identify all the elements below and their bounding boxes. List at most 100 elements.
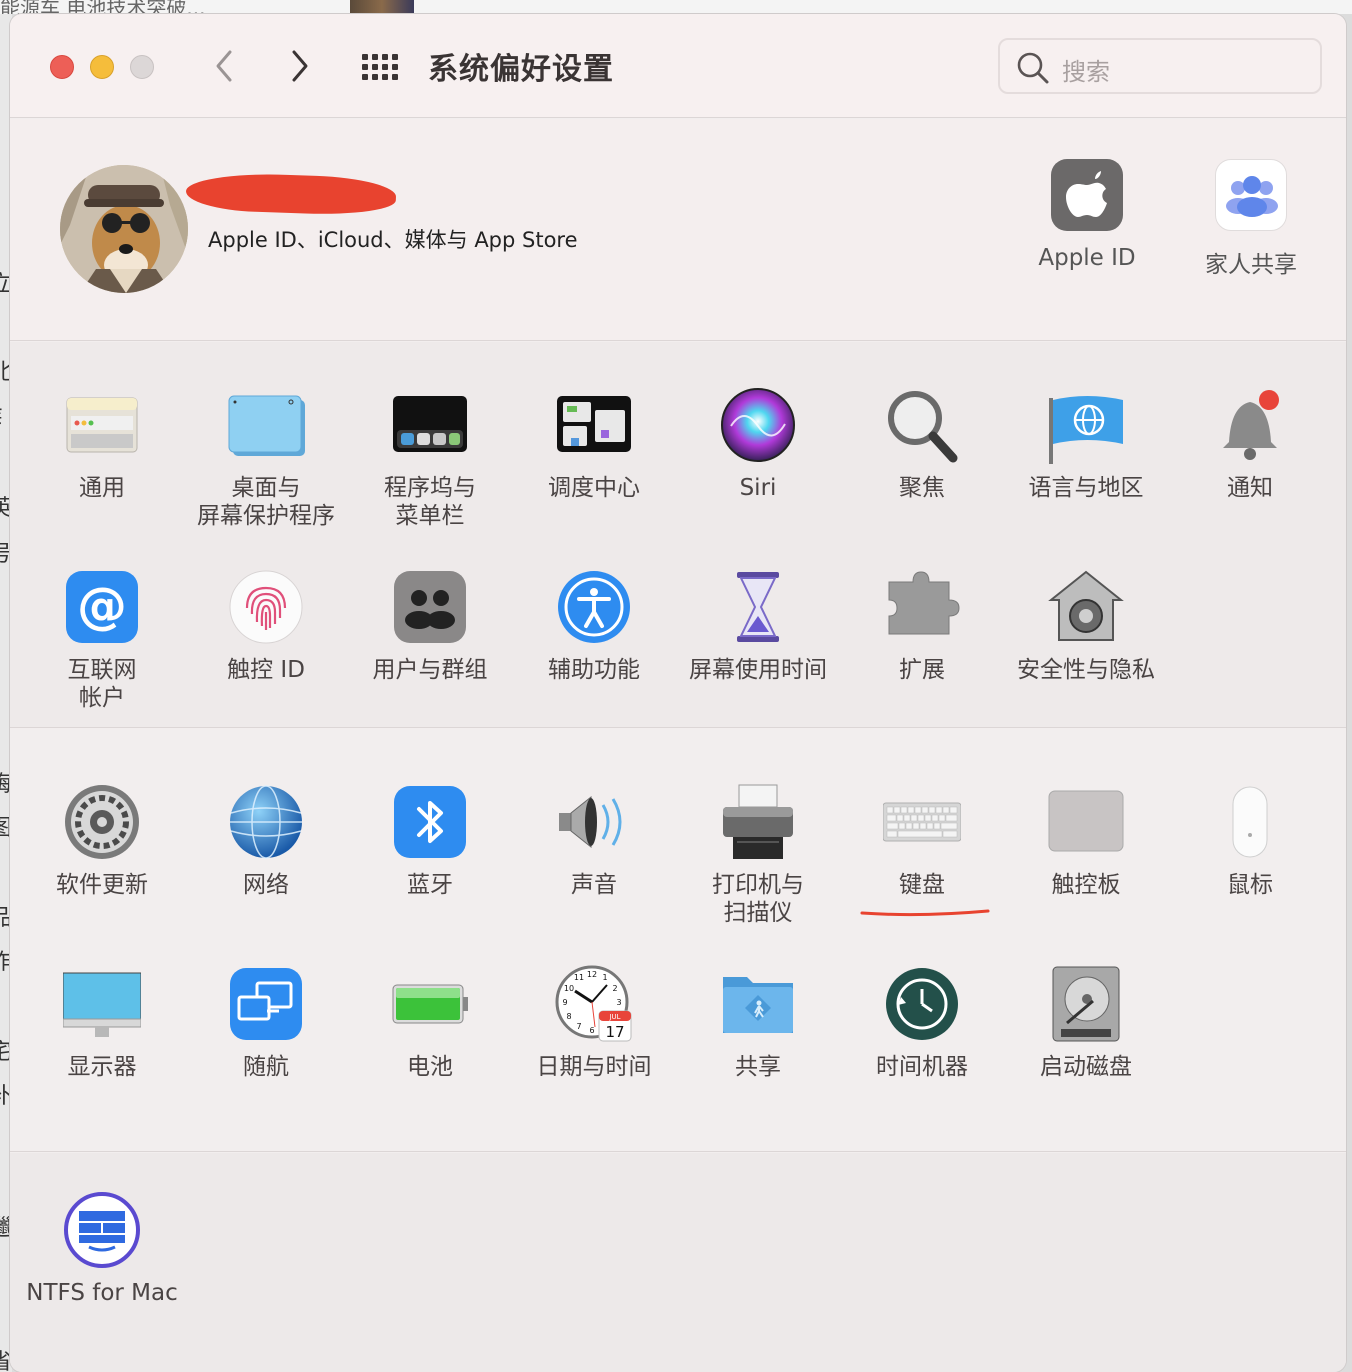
- users-groups-icon: [391, 568, 469, 646]
- software-update-icon: [63, 783, 141, 861]
- pref-label: 触控 ID: [227, 657, 305, 683]
- pref-mission-control[interactable]: 调度中心: [512, 386, 676, 502]
- touch-id-icon: [227, 568, 305, 646]
- close-button[interactable]: [50, 55, 74, 79]
- pref-time-machine[interactable]: 时间机器: [840, 965, 1004, 1081]
- language-region-icon: [1047, 386, 1125, 464]
- internet-accounts-icon: @: [63, 568, 141, 646]
- zoom-button[interactable]: [130, 55, 154, 79]
- pref-label: 触控板: [1051, 872, 1121, 898]
- pref-dock-menubar[interactable]: 程序坞与 菜单栏: [348, 386, 512, 530]
- pref-siri[interactable]: Siri: [676, 386, 840, 502]
- clock-numeral: 1: [602, 973, 607, 982]
- search-icon: [1017, 52, 1049, 84]
- pref-label: Siri: [739, 475, 777, 501]
- startup-disk-icon: [1047, 965, 1125, 1043]
- pref-label: 屏幕使用时间: [689, 657, 827, 683]
- pref-network[interactable]: 网络: [184, 783, 348, 899]
- pref-displays[interactable]: 显示器: [20, 965, 184, 1081]
- pref-security-privacy[interactable]: 安全性与隐私: [1004, 568, 1168, 684]
- search-placeholder: 搜索: [1062, 58, 1110, 86]
- clock-numeral: 12: [587, 970, 597, 979]
- pref-bluetooth[interactable]: 蓝牙: [348, 783, 512, 899]
- pref-ntfs-for-mac[interactable]: NTFS for Mac: [20, 1191, 184, 1307]
- printers-scanners-icon: [719, 783, 797, 861]
- screen-time-icon: [719, 568, 797, 646]
- trackpad-icon: [1047, 783, 1125, 861]
- pref-sharing[interactable]: 共享: [676, 965, 840, 1081]
- family-sharing-button[interactable]: 家人共享: [1176, 159, 1326, 279]
- apple-id-label: Apple ID: [1038, 245, 1136, 271]
- pref-label: 软件更新: [56, 872, 148, 898]
- apple-logo-icon: [1051, 159, 1123, 231]
- pref-spotlight[interactable]: 聚焦: [840, 386, 1004, 502]
- background-headline: 能源车 电池技术突破...: [0, 0, 206, 14]
- pref-mouse[interactable]: 鼠标: [1168, 783, 1332, 899]
- pref-software-update[interactable]: 软件更新: [20, 783, 184, 899]
- sidecar-icon: [227, 965, 305, 1043]
- grid-icon: [362, 54, 398, 80]
- forward-button[interactable]: [284, 48, 314, 84]
- time-machine-icon: [883, 965, 961, 1043]
- pref-users-groups[interactable]: 用户与群组: [348, 568, 512, 684]
- pref-screen-time[interactable]: 屏幕使用时间: [676, 568, 840, 684]
- search-field[interactable]: 搜索: [998, 38, 1322, 94]
- pref-touch-id[interactable]: 触控 ID: [184, 568, 348, 684]
- desktop-screensaver-icon: [227, 386, 305, 464]
- background-thumbnail: [350, 0, 414, 14]
- mouse-icon: [1211, 783, 1289, 861]
- extensions-icon: [883, 568, 961, 646]
- family-sharing-label: 家人共享: [1205, 252, 1297, 278]
- chevron-left-icon: [216, 50, 232, 82]
- pref-desktop-screensaver[interactable]: 桌面与 屏幕保护程序: [184, 386, 348, 530]
- pref-label: 辅助功能: [548, 657, 640, 683]
- clock-numeral: 11: [574, 973, 584, 982]
- sharing-icon: [719, 965, 797, 1043]
- annotation-underline: [860, 909, 990, 917]
- pref-sound[interactable]: 声音: [512, 783, 676, 899]
- pref-battery[interactable]: 电池: [348, 965, 512, 1081]
- pref-label: 互联网 帐户: [67, 657, 137, 711]
- ntfs-for-mac-icon: [63, 1191, 141, 1269]
- pref-label: 蓝牙: [407, 872, 453, 898]
- general-icon: [63, 386, 141, 464]
- pref-label: 调度中心: [548, 475, 640, 501]
- displays-icon: [62, 965, 142, 1043]
- apple-id-button[interactable]: Apple ID: [1012, 159, 1162, 271]
- pref-internet-accounts[interactable]: @ 互联网 帐户: [20, 568, 184, 712]
- show-all-button[interactable]: [360, 52, 400, 82]
- pref-label: 通用: [79, 475, 125, 501]
- avatar[interactable]: [60, 165, 188, 293]
- chevron-right-icon: [292, 50, 308, 82]
- siri-icon: [719, 386, 797, 464]
- pref-language-region[interactable]: 语言与地区: [1004, 386, 1168, 502]
- pref-notifications[interactable]: 通知: [1168, 386, 1332, 502]
- pref-label: 声音: [571, 872, 617, 898]
- dock-menubar-icon: [391, 386, 469, 464]
- pref-label: 通知: [1227, 475, 1273, 501]
- pref-printers-scanners[interactable]: 打印机与 扫描仪: [676, 783, 840, 927]
- apple-id-banner: Apple ID、iCloud、媒体与 App Store Apple ID 家…: [10, 119, 1346, 341]
- family-sharing-icon: [1215, 159, 1287, 231]
- background-app-strip: 能源车 电池技术突破...: [0, 0, 1352, 14]
- pref-startup-disk[interactable]: 启动磁盘: [1004, 965, 1168, 1081]
- clock-numeral: 3: [616, 998, 621, 1007]
- minimize-button[interactable]: [90, 55, 114, 79]
- pref-accessibility[interactable]: 辅助功能: [512, 568, 676, 684]
- back-button[interactable]: [210, 48, 240, 84]
- pref-label: 用户与群组: [372, 657, 488, 683]
- pref-trackpad[interactable]: 触控板: [1004, 783, 1168, 899]
- pref-label: 安全性与隐私: [1017, 657, 1155, 683]
- pref-label: 随航: [243, 1054, 289, 1080]
- pref-general[interactable]: 通用: [20, 386, 184, 502]
- pref-label: 启动磁盘: [1040, 1054, 1132, 1080]
- pref-sidecar[interactable]: 随航: [184, 965, 348, 1081]
- battery-icon: [391, 965, 469, 1043]
- pref-label: 网络: [243, 872, 289, 898]
- date-time-icon: 12 11 1 10 2 9 3 8 7 5 6: [555, 965, 633, 1043]
- pref-label: 显示器: [67, 1054, 137, 1080]
- pref-label: 共享: [735, 1054, 781, 1080]
- pref-keyboard[interactable]: 键盘: [840, 783, 1004, 899]
- pref-extensions[interactable]: 扩展: [840, 568, 1004, 684]
- pref-date-time[interactable]: 12 11 1 10 2 9 3 8 7 5 6: [512, 965, 676, 1081]
